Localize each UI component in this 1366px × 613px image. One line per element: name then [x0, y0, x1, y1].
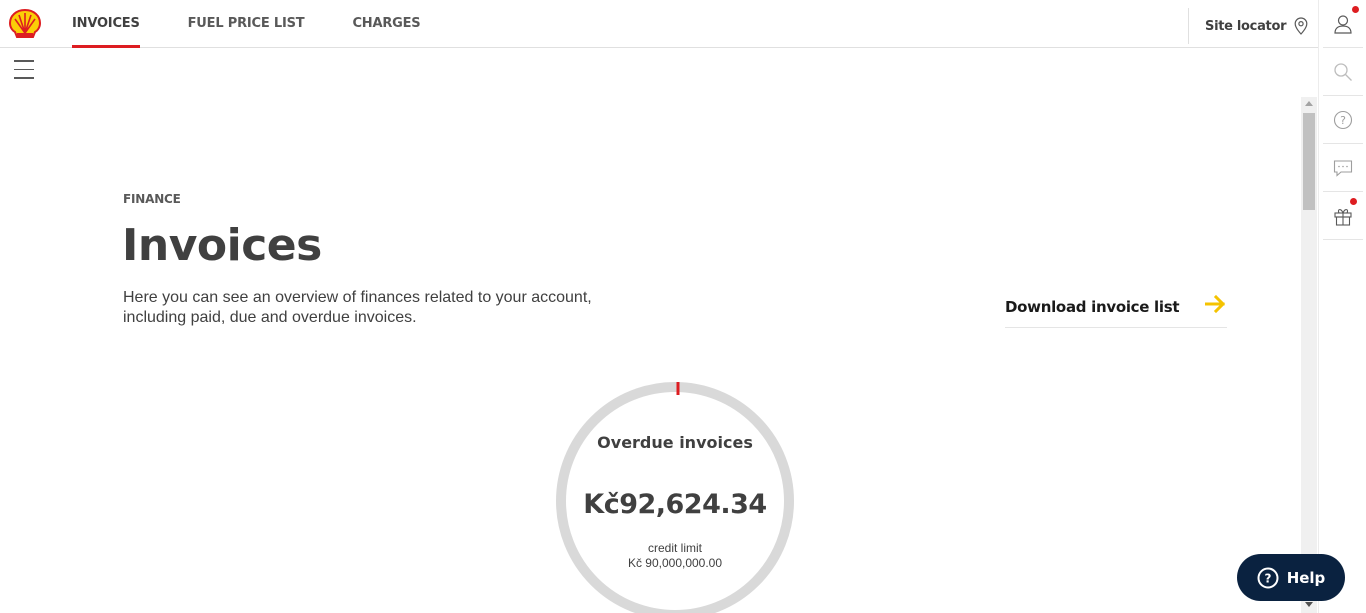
site-locator-label: Site locator	[1205, 18, 1287, 34]
rewards-button[interactable]	[1323, 192, 1363, 240]
user-icon	[1334, 14, 1352, 34]
page-intro: Here you can see an overview of finances…	[123, 289, 592, 326]
notification-dot	[1352, 6, 1359, 13]
svg-text:?: ?	[1340, 114, 1346, 127]
hamburger-icon	[14, 60, 34, 62]
gift-icon	[1334, 208, 1352, 226]
credit-limit: credit limit Kč 90,000,000.00	[555, 541, 795, 571]
help-button[interactable]: ? Help	[1237, 554, 1345, 601]
scroll-down-arrow-icon[interactable]	[1305, 602, 1313, 607]
download-label: Download invoice list	[1005, 298, 1180, 316]
main-nav: INVOICES FUEL PRICE LIST CHARGES	[72, 0, 468, 48]
scrollbar[interactable]	[1301, 97, 1317, 613]
help-circle-icon: ?	[1257, 567, 1279, 588]
page-title: Invoices	[122, 220, 322, 271]
top-header: INVOICES FUEL PRICE LIST CHARGES Site lo…	[0, 0, 1318, 48]
overdue-gauge: Overdue invoices Kč92,624.34 credit limi…	[555, 381, 795, 613]
credit-limit-value: Kč 90,000,000.00	[627, 556, 723, 570]
scroll-thumb[interactable]	[1303, 113, 1315, 210]
nav-charges[interactable]: CHARGES	[352, 0, 420, 48]
gauge-value: Kč92,624.34	[583, 489, 767, 520]
help-center-button[interactable]: ?	[1323, 96, 1363, 144]
credit-limit-label: credit limit	[647, 541, 702, 555]
notification-dot	[1350, 198, 1357, 205]
arrow-right-icon	[1205, 294, 1226, 314]
svg-text:?: ?	[1264, 571, 1271, 585]
search-button[interactable]	[1323, 48, 1363, 96]
chat-icon	[1333, 159, 1353, 177]
chat-button[interactable]	[1323, 144, 1363, 192]
download-invoice-list-link[interactable]: Download invoice list	[1005, 294, 1227, 328]
help-label: Help	[1286, 568, 1326, 587]
location-pin-icon	[1294, 17, 1308, 35]
gauge-label: Overdue invoices	[597, 433, 753, 452]
gauge-marker	[676, 382, 680, 395]
right-icon-rail: ?	[1318, 0, 1366, 613]
nav-fuel-price-list[interactable]: FUEL PRICE LIST	[188, 0, 305, 48]
help-circle-icon: ?	[1333, 110, 1353, 129]
search-icon	[1334, 62, 1352, 81]
site-locator-button[interactable]: Site locator	[1188, 8, 1308, 44]
menu-button[interactable]	[14, 60, 34, 82]
shell-logo[interactable]	[9, 9, 41, 39]
nav-invoices[interactable]: INVOICES	[72, 0, 140, 48]
scroll-up-arrow-icon[interactable]	[1305, 101, 1313, 106]
account-button[interactable]	[1323, 0, 1363, 48]
section-eyebrow: FINANCE	[123, 192, 181, 206]
